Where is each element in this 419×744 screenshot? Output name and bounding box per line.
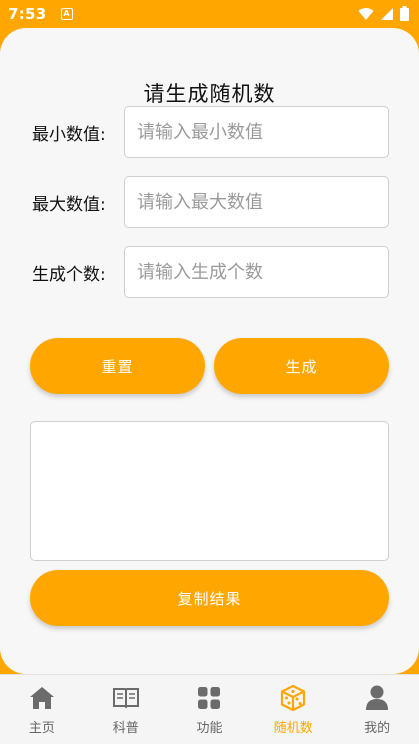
main-card: 请生成随机数 最小数值: 最大数值: 生成个数: 重置 生成 复制结果: [0, 28, 419, 674]
copy-result-button[interactable]: 复制结果: [30, 570, 389, 626]
bottom-nav: 主页 科普 功能 随机数 我的: [0, 674, 419, 744]
notification-icon: A: [60, 8, 73, 20]
status-icons: [358, 6, 409, 21]
nav-label-random: 随机数: [273, 721, 313, 736]
nav-label-functions: 功能: [196, 721, 223, 736]
status-time: 7:53: [8, 5, 47, 23]
min-value-row: 最小数值:: [0, 106, 419, 158]
min-value-label: 最小数值:: [32, 125, 106, 145]
user-icon: [364, 685, 390, 711]
generate-button[interactable]: 生成: [214, 338, 389, 394]
nav-item-functions[interactable]: 功能: [168, 675, 252, 744]
home-icon: [29, 685, 55, 711]
min-value-input[interactable]: [124, 106, 389, 158]
signal-icon: [381, 7, 393, 20]
battery-icon: [400, 6, 409, 21]
nav-item-random[interactable]: 随机数: [251, 675, 335, 744]
nav-label-mine: 我的: [364, 721, 391, 736]
reset-button[interactable]: 重置: [30, 338, 205, 394]
status-bar: 7:53 A: [0, 0, 419, 28]
max-value-row: 最大数值:: [0, 176, 419, 228]
nav-item-mine[interactable]: 我的: [335, 675, 419, 744]
grid-icon: [196, 685, 222, 711]
page-title: 请生成随机数: [143, 82, 276, 106]
book-icon: [112, 685, 139, 711]
max-value-input[interactable]: [124, 176, 389, 228]
wifi-icon: [358, 7, 374, 20]
max-value-label: 最大数值:: [32, 195, 106, 215]
nav-label-home: 主页: [28, 721, 55, 736]
result-textarea[interactable]: [30, 421, 389, 561]
nav-label-science: 科普: [112, 721, 139, 736]
count-row: 生成个数:: [0, 246, 419, 298]
count-label: 生成个数:: [32, 265, 106, 285]
dice-icon: [280, 685, 306, 711]
nav-item-home[interactable]: 主页: [0, 675, 84, 744]
count-input[interactable]: [124, 246, 389, 298]
nav-item-science[interactable]: 科普: [84, 675, 168, 744]
